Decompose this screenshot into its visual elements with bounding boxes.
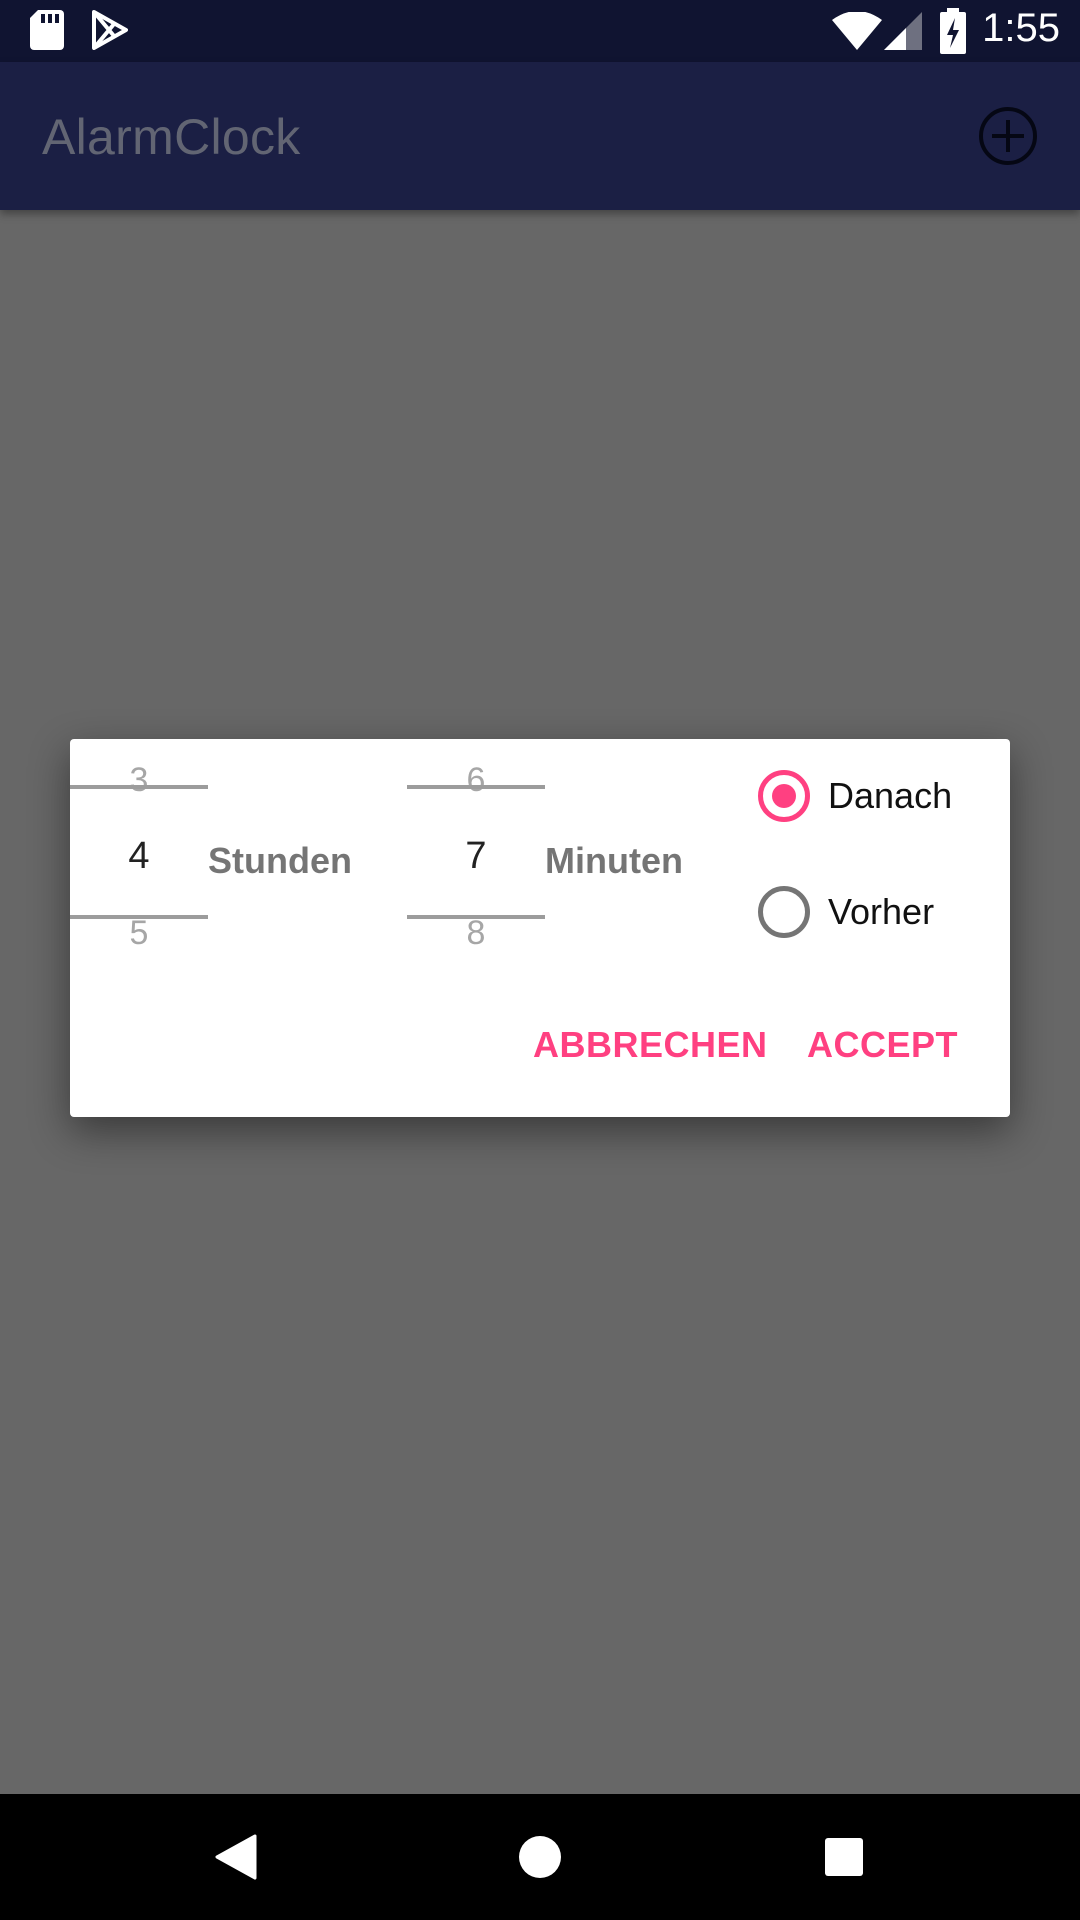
navigation-bar <box>0 1794 1080 1920</box>
radio-option-vorher[interactable]: Vorher <box>758 882 934 942</box>
minutes-label: Minuten <box>545 840 683 881</box>
hours-selected-value[interactable]: 4 <box>70 835 208 878</box>
status-bar: 1:55 <box>0 0 1080 62</box>
accept-button[interactable]: ACCEPT <box>807 1024 958 1066</box>
radio-button-unchecked[interactable] <box>758 886 810 938</box>
battery-charging-icon <box>940 8 966 54</box>
hours-prev-value[interactable]: 3 <box>70 761 208 800</box>
minutes-prev-value[interactable]: 6 <box>407 761 545 800</box>
radio-label-danach: Danach <box>828 775 953 816</box>
app-title: AlarmClock <box>42 109 301 165</box>
hours-picker[interactable]: 3 4 5 <box>70 739 208 999</box>
hours-next-value[interactable]: 5 <box>70 914 208 953</box>
nav-recents-button[interactable] <box>784 1794 904 1920</box>
nav-home-button[interactable] <box>480 1794 600 1920</box>
time-offset-dialog: 3 4 5 Stunden 6 7 8 Minuten Danach Vorhe… <box>70 739 1010 1117</box>
nav-back-button[interactable] <box>176 1794 296 1920</box>
minutes-selected-value[interactable]: 7 <box>407 835 545 878</box>
home-icon <box>519 1836 561 1878</box>
signal-icon <box>884 12 922 50</box>
radio-label-vorher: Vorher <box>828 891 935 932</box>
wifi-icon <box>832 12 882 50</box>
status-time: 1:55 <box>982 6 1060 50</box>
app-bar: AlarmClock <box>0 62 1080 210</box>
recents-icon <box>825 1838 863 1876</box>
sd-card-icon <box>30 10 64 50</box>
picker-divider <box>70 785 208 789</box>
hours-label: Stunden <box>208 840 352 881</box>
minutes-picker[interactable]: 6 7 8 <box>407 739 545 999</box>
radio-option-danach[interactable]: Danach <box>758 766 952 826</box>
play-store-icon <box>92 10 128 50</box>
cancel-button[interactable]: ABBRECHEN <box>533 1024 768 1066</box>
radio-button-checked[interactable] <box>758 770 810 822</box>
add-circle-icon[interactable] <box>978 106 1038 166</box>
back-icon <box>215 1834 257 1880</box>
minutes-next-value[interactable]: 8 <box>407 914 545 953</box>
picker-divider <box>407 785 545 789</box>
